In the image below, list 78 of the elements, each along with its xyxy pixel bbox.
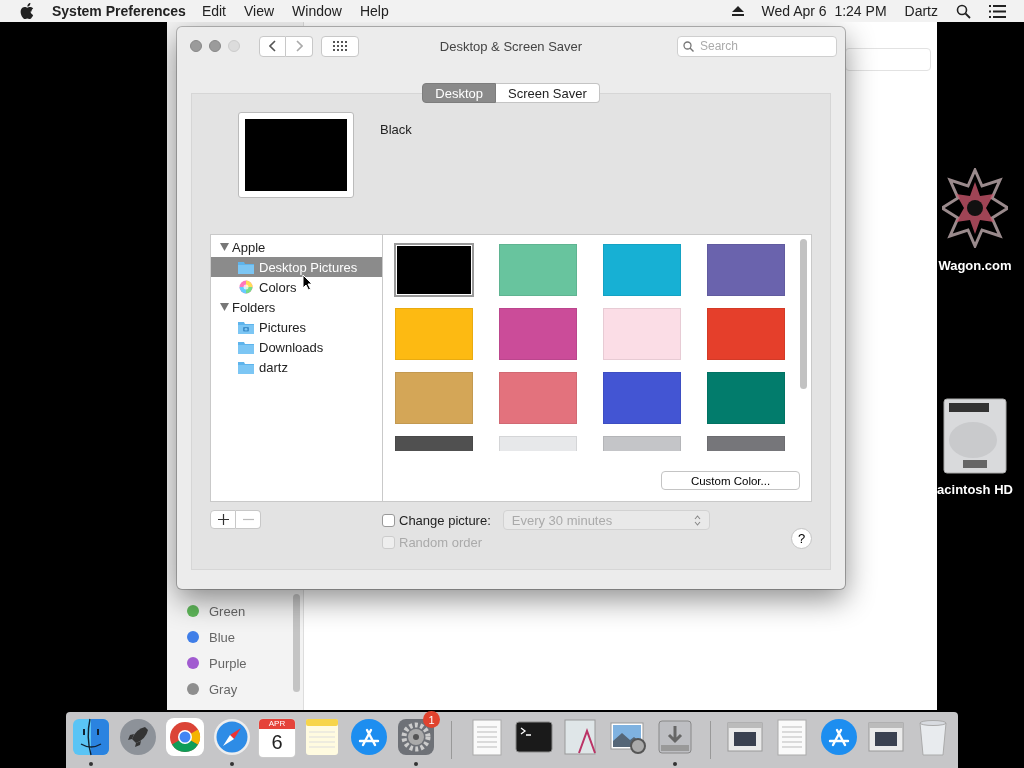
source-item[interactable]: Downloads — [211, 337, 382, 357]
tab[interactable]: Screen Saver — [495, 83, 600, 103]
change-picture-checkbox[interactable]: Change picture: — [382, 510, 491, 530]
close-button[interactable] — [190, 40, 202, 52]
circle-logo-icon[interactable] — [165, 717, 205, 757]
notification-badge: 1 — [423, 711, 440, 728]
help-button[interactable]: ? — [791, 528, 812, 549]
app-menu[interactable]: System Preferences — [52, 3, 186, 19]
desktop-icon-label[interactable]: acintosh HD — [937, 482, 1013, 497]
scroll-bar[interactable] — [293, 594, 300, 692]
search-icon — [683, 40, 694, 52]
chevron-left-icon — [268, 40, 277, 52]
color-swatch[interactable] — [395, 372, 473, 424]
color-swatch[interactable] — [707, 372, 785, 424]
group-label: Apple — [232, 239, 266, 255]
app-store-icon[interactable] — [349, 717, 389, 757]
chevron-right-icon — [295, 40, 303, 52]
group-label: Folders — [232, 299, 276, 315]
wallpaper-name: Black — [380, 122, 412, 139]
grid-icon — [333, 41, 347, 51]
color-wheel-icon — [238, 280, 254, 294]
color-swatch[interactable] — [603, 244, 681, 296]
plus-icon — [217, 514, 229, 525]
color-swatch[interactable] — [395, 308, 473, 360]
color-swatch[interactable] — [707, 308, 785, 360]
pointer-icon — [302, 274, 313, 291]
clock[interactable]: Wed Apr 6 1:24 PM — [761, 3, 887, 19]
custom-color-button[interactable]: Custom Color... — [661, 471, 800, 490]
back-button[interactable] — [259, 35, 286, 57]
tag-label[interactable]: Blue — [209, 629, 236, 645]
tag-label[interactable]: Green — [209, 603, 246, 619]
search-field[interactable]: Search — [677, 35, 837, 57]
window-title: Desktop & Screen Saver — [439, 38, 583, 54]
calendar-icon[interactable]: APR 6 — [259, 719, 295, 757]
search-icon[interactable] — [956, 3, 971, 19]
disclosure-triangle-icon[interactable] — [220, 243, 229, 251]
smiling-face-icon[interactable] — [71, 717, 111, 757]
running-indicator — [230, 762, 234, 766]
color-swatch[interactable] — [603, 372, 681, 424]
hard-drive-icon[interactable] — [943, 398, 1007, 474]
forward-button[interactable] — [286, 35, 313, 57]
app-store-icon[interactable] — [819, 717, 859, 757]
color-swatch[interactable] — [499, 244, 577, 296]
menu-icon[interactable] — [989, 4, 1006, 18]
running-indicator — [89, 762, 93, 766]
show-all-button[interactable] — [321, 35, 359, 57]
color-swatch[interactable] — [499, 372, 577, 424]
disclosure-triangle-icon[interactable] — [220, 303, 229, 311]
menu-item[interactable]: Window — [292, 3, 342, 19]
user-menu[interactable]: Dartz — [904, 3, 938, 19]
gear-icon[interactable] — [396, 717, 436, 757]
search-field[interactable] — [845, 48, 931, 71]
tag-label[interactable]: Purple — [209, 655, 247, 671]
folder-icon — [238, 360, 254, 374]
menu-item[interactable]: Help — [359, 3, 389, 19]
up-down-arrows-icon — [693, 514, 701, 526]
tag-label[interactable]: Gray — [209, 681, 238, 697]
eject-icon[interactable] — [731, 6, 744, 16]
compass-icon[interactable] — [212, 717, 252, 757]
folder-icon — [238, 260, 254, 274]
rocket-icon[interactable] — [118, 717, 158, 757]
source-item[interactable]: Pictures — [211, 317, 382, 337]
color-swatch[interactable] — [603, 308, 681, 360]
folder-icon — [238, 320, 254, 334]
running-indicator — [414, 762, 418, 766]
desktop-icon-label[interactable]: Wagon.com — [938, 258, 1012, 273]
running-indicator — [672, 762, 677, 766]
menu-item[interactable]: Edit — [201, 3, 226, 19]
minimize-button[interactable] — [209, 40, 221, 52]
apple-logo-icon[interactable] — [20, 3, 34, 19]
color-swatch[interactable] — [499, 308, 577, 360]
menu-item[interactable]: View — [244, 3, 275, 19]
source-item[interactable]: Colors — [211, 277, 382, 297]
folder-icon — [238, 340, 254, 354]
source-item[interactable]: dartz — [211, 357, 382, 377]
scroll-bar[interactable] — [800, 239, 807, 389]
add-button[interactable] — [210, 510, 236, 529]
color-swatch[interactable] — [707, 244, 785, 296]
